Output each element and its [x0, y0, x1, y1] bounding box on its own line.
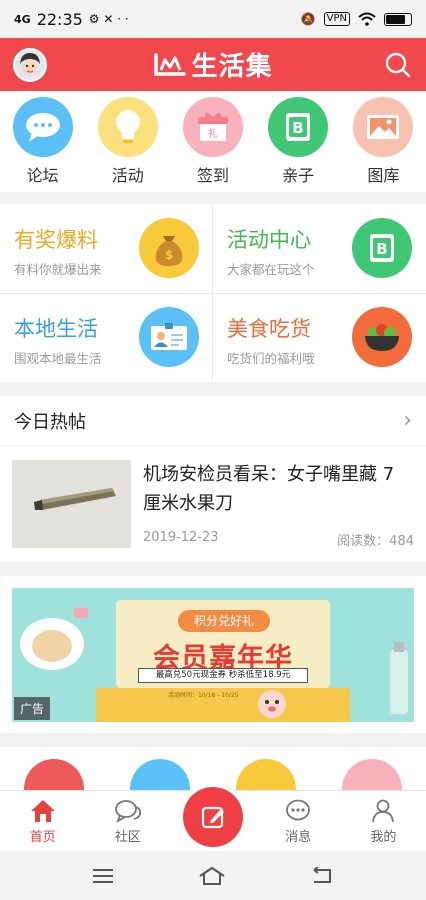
tab-community[interactable]: 社区 [85, 791, 170, 851]
quick-nav-label: 亲子 [282, 166, 315, 185]
tab-profile[interactable]: 我的 [341, 791, 426, 851]
vpn-badge: VPN [323, 12, 350, 26]
ad-banner[interactable]: 积分兑好礼 会员嘉年华 最高兑50元现金券 秒杀低至18.9元 活动时间：10/… [12, 588, 414, 722]
post-title: 机场安检员看呆：女子嘴里藏 7 厘米水果刀 [143, 464, 395, 514]
system-nav-bar [0, 851, 426, 900]
hot-posts-header[interactable]: 今日热帖 › [0, 396, 426, 446]
chat-bubbles-icon [114, 800, 141, 823]
edit-icon [201, 806, 224, 829]
mascot-icon [258, 690, 286, 718]
post-thumbnail [12, 460, 131, 548]
ad-pill: 积分兑好礼 [178, 610, 270, 632]
wifi-icon [358, 12, 376, 26]
tab-messages[interactable]: 消息 [256, 791, 341, 851]
ad-fine-print: 活动时间：10/18 - 10/25 [168, 692, 239, 699]
logo-icon [154, 52, 187, 76]
clock: 22:35 [36, 9, 83, 29]
feature-title: 有奖爆料 [14, 228, 98, 252]
status-extra-icons: ⚙ ✕ · · [88, 12, 129, 26]
home-icon [30, 800, 55, 822]
ad-section: 积分兑好礼 会员嘉年华 最高兑50元现金券 秒杀低至18.9元 活动时间：10/… [0, 576, 426, 733]
post-item[interactable]: 机场安检员看呆：女子嘴里藏 7 厘米水果刀 2019-12-23 阅读数：484 [12, 460, 414, 550]
section-title: 今日热帖 [14, 411, 86, 433]
battery-icon [384, 12, 412, 26]
feature-title: 本地生活 [14, 317, 98, 341]
salad-bowl-icon [352, 307, 412, 367]
back-icon[interactable] [310, 866, 334, 885]
feature-tips[interactable]: 有奖爆料 有料你就爆出来 $ [0, 204, 213, 293]
feature-subtitle: 围观本地最生活 [14, 351, 102, 366]
quick-nav-checkin[interactable]: 礼 签到 [170, 91, 255, 192]
app-title-text: 生活集 [191, 52, 273, 82]
menu-icon[interactable] [92, 868, 114, 884]
feature-subtitle: 大家都在玩这个 [227, 262, 315, 277]
chat-bubble-icon [12, 97, 73, 157]
compose-button[interactable] [183, 787, 243, 847]
feature-activity-center[interactable]: 活动中心 大家都在玩这个 B [213, 204, 426, 293]
money-bag-icon: $ [139, 218, 199, 278]
ad-tag: 广告 [14, 697, 51, 720]
tab-home[interactable]: 首页 [0, 791, 85, 851]
feature-subtitle: 有料你就爆出来 [14, 262, 102, 277]
status-bar: 4G 22:35 ⚙ ✕ · · 🔕 VPN [0, 0, 426, 38]
search-icon[interactable] [384, 51, 412, 79]
chevron-right-icon[interactable]: › [403, 408, 412, 433]
app-title: 生活集 [153, 46, 272, 83]
hot-posts-section: 今日热帖 › 机场安检员看呆：女子嘴里藏 7 厘米水果刀 2019-12-23 … [0, 396, 426, 562]
quick-nav-label: 签到 [196, 166, 229, 185]
ad-subtitle: 最高兑50元现金券 秒杀低至18.9元 [138, 668, 308, 683]
person-icon [372, 799, 395, 823]
post-read-count: 阅读数：484 [337, 534, 414, 549]
svg-text:$: $ [165, 248, 173, 262]
feature-title: 美食吃货 [227, 317, 311, 341]
quick-nav-activity[interactable]: 活动 [85, 91, 170, 192]
svg-text:礼: 礼 [208, 127, 218, 140]
svg-text:B: B [292, 119, 303, 137]
app-header: 生活集 [0, 38, 426, 91]
feature-local-life[interactable]: 本地生活 围观本地最生活 [0, 293, 213, 382]
message-icon [286, 799, 311, 821]
book-icon: B [268, 97, 329, 157]
post-date: 2019-12-23 [143, 530, 219, 545]
tab-label: 我的 [370, 830, 397, 845]
quick-nav: 论坛 活动 礼 签到 B 亲子 图库 [0, 91, 426, 192]
tab-label: 消息 [285, 830, 312, 845]
signal-indicator: 4G [14, 12, 31, 26]
lightbulb-icon [97, 97, 158, 157]
tab-label: 首页 [29, 830, 56, 845]
quick-nav-family[interactable]: B 亲子 [256, 91, 341, 192]
picture-icon [353, 97, 414, 157]
gift-icon: 礼 [182, 97, 243, 157]
grid-divider [0, 293, 426, 294]
avatar[interactable] [13, 48, 47, 82]
home-nav-icon[interactable] [198, 866, 226, 886]
quick-nav-label: 活动 [111, 166, 144, 185]
svg-text:B: B [376, 240, 387, 258]
quick-nav-forum[interactable]: 论坛 [0, 91, 85, 192]
tab-label: 社区 [114, 830, 141, 845]
mute-icon: 🔕 [300, 12, 316, 26]
id-card-icon [139, 307, 199, 367]
feature-subtitle: 吃货们的福利哦 [227, 351, 315, 366]
quick-nav-label: 论坛 [26, 166, 59, 185]
feature-grid: 有奖爆料 有料你就爆出来 $ 活动中心 大家都在玩这个 B 本地生活 围观本地最… [0, 204, 426, 382]
book-icon: B [352, 218, 412, 278]
feature-food[interactable]: 美食吃货 吃货们的福利哦 [213, 293, 426, 382]
quick-nav-label: 图库 [367, 166, 400, 185]
quick-nav-gallery[interactable]: 图库 [341, 91, 426, 192]
feature-title: 活动中心 [227, 228, 311, 252]
